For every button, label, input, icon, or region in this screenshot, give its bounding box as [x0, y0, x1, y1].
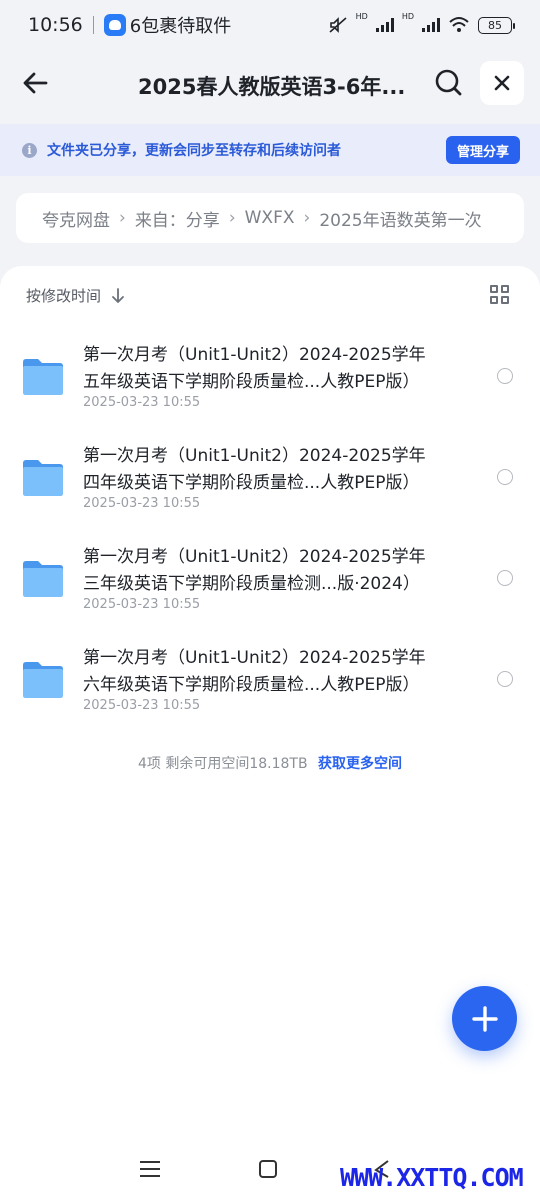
breadcrumb-item-share[interactable]: 来自：分享	[135, 206, 220, 231]
file-date: 2025-03-23 10:55	[83, 698, 201, 713]
app-notification-icon	[103, 14, 126, 36]
file-row[interactable]: 第一次月考（Unit1-Unit2）2024-2025学年 五年级英语下学期阶段…	[0, 336, 540, 437]
breadcrumb-item-current[interactable]: 2025年语数英第一次	[319, 206, 481, 231]
select-radio[interactable]	[497, 671, 513, 687]
status-divider	[92, 16, 94, 34]
file-name-line1: 第一次月考（Unit1-Unit2）2024-2025学年	[83, 547, 426, 567]
storage-summary: 4项 剩余可用空间18.18TB 获取更多空间	[0, 753, 540, 773]
breadcrumb: 夸克网盘 › 来自：分享 › WXFX › 2025年语数英第一次	[16, 193, 524, 243]
folder-icon	[23, 359, 63, 395]
file-name: 第一次月考（Unit1-Unit2）2024-2025学年 六年级英语下学期阶段…	[83, 645, 463, 699]
grid-view-icon[interactable]	[490, 285, 510, 305]
item-count: 4项	[137, 756, 161, 772]
file-date: 2025-03-23 10:55	[83, 597, 201, 612]
folder-icon	[23, 561, 63, 597]
file-date: 2025-03-23 10:55	[83, 496, 201, 511]
menu-icon[interactable]	[140, 1160, 160, 1178]
share-notice-text: 文件夹已分享，更新会同步至转存和后续访问者	[47, 143, 341, 159]
file-row[interactable]: 第一次月考（Unit1-Unit2）2024-2025学年 三年级英语下学期阶段…	[0, 538, 540, 639]
file-name-line1: 第一次月考（Unit1-Unit2）2024-2025学年	[83, 446, 426, 466]
sort-label: 按修改时间	[26, 287, 102, 305]
file-name: 第一次月考（Unit1-Unit2）2024-2025学年 四年级英语下学期阶段…	[83, 443, 463, 497]
add-button[interactable]	[452, 986, 517, 1051]
file-panel: 按修改时间 第一次月考（Unit1-Unit2）2024-2025学年 五年级英…	[0, 266, 540, 1200]
folder-icon	[23, 662, 63, 698]
chevron-right-icon: ›	[228, 208, 236, 228]
folder-icon	[23, 460, 63, 496]
chevron-right-icon: ›	[119, 208, 126, 228]
select-radio[interactable]	[497, 368, 513, 384]
search-icon[interactable]	[433, 67, 465, 99]
status-bar: 10:56 6包裹待取件 HD HD 85	[0, 0, 540, 50]
back-arrow-icon[interactable]	[20, 67, 52, 99]
file-list: 第一次月考（Unit1-Unit2）2024-2025学年 五年级英语下学期阶段…	[0, 336, 540, 740]
arrow-down-icon	[112, 287, 124, 303]
info-icon: i	[22, 142, 37, 158]
share-notice-bar: i 文件夹已分享，更新会同步至转存和后续访问者 管理分享	[0, 124, 540, 176]
battery-icon: 85	[478, 16, 515, 34]
signal-icon-1	[375, 18, 394, 32]
status-indicators: HD HD 85	[328, 12, 515, 35]
status-time: 10:56	[28, 14, 83, 36]
file-name-line2: 三年级英语下学期阶段质量检测...版·2024）	[83, 574, 420, 594]
file-name-line1: 第一次月考（Unit1-Unit2）2024-2025学年	[83, 648, 426, 668]
sort-control[interactable]: 按修改时间	[26, 285, 125, 306]
mute-icon	[329, 17, 347, 33]
hd-label-2: HD	[401, 12, 414, 21]
page-title: 2025春人教版英语3-6年...	[138, 75, 406, 99]
file-row[interactable]: 第一次月考（Unit1-Unit2）2024-2025学年 四年级英语下学期阶段…	[0, 437, 540, 538]
wifi-icon	[449, 17, 469, 32]
close-icon	[494, 75, 510, 91]
close-button[interactable]	[480, 61, 524, 105]
get-more-space-link[interactable]: 获取更多空间	[318, 756, 402, 772]
hd-label-1: HD	[355, 12, 368, 21]
file-date: 2025-03-23 10:55	[83, 395, 201, 410]
remaining-space: 剩余可用空间18.18TB	[165, 756, 308, 772]
file-name: 第一次月考（Unit1-Unit2）2024-2025学年 五年级英语下学期阶段…	[83, 342, 463, 396]
breadcrumb-item-root[interactable]: 夸克网盘	[42, 206, 110, 231]
file-name-line1: 第一次月考（Unit1-Unit2）2024-2025学年	[83, 345, 426, 365]
plus-icon	[471, 1005, 498, 1032]
file-name-line2: 四年级英语下学期阶段质量检...人教PEP版）	[83, 473, 420, 493]
status-notification-text: 6包裹待取件	[129, 16, 232, 37]
file-name: 第一次月考（Unit1-Unit2）2024-2025学年 三年级英语下学期阶段…	[83, 544, 463, 598]
chevron-right-icon: ›	[303, 208, 311, 228]
select-radio[interactable]	[497, 570, 513, 586]
file-row[interactable]: 第一次月考（Unit1-Unit2）2024-2025学年 六年级英语下学期阶段…	[0, 639, 540, 740]
signal-icon-2	[422, 18, 440, 32]
app-header: 2025春人教版英语3-6年...	[0, 55, 540, 115]
watermark-text: WWW.XXTTQ.COM	[340, 1163, 524, 1192]
home-icon[interactable]	[259, 1160, 277, 1178]
manage-share-button[interactable]: 管理分享	[445, 136, 520, 164]
file-name-line2: 五年级英语下学期阶段质量检...人教PEP版）	[83, 372, 420, 392]
breadcrumb-item-wxfx[interactable]: WXFX	[245, 208, 295, 228]
file-name-line2: 六年级英语下学期阶段质量检...人教PEP版）	[83, 675, 420, 695]
select-radio[interactable]	[497, 469, 513, 485]
